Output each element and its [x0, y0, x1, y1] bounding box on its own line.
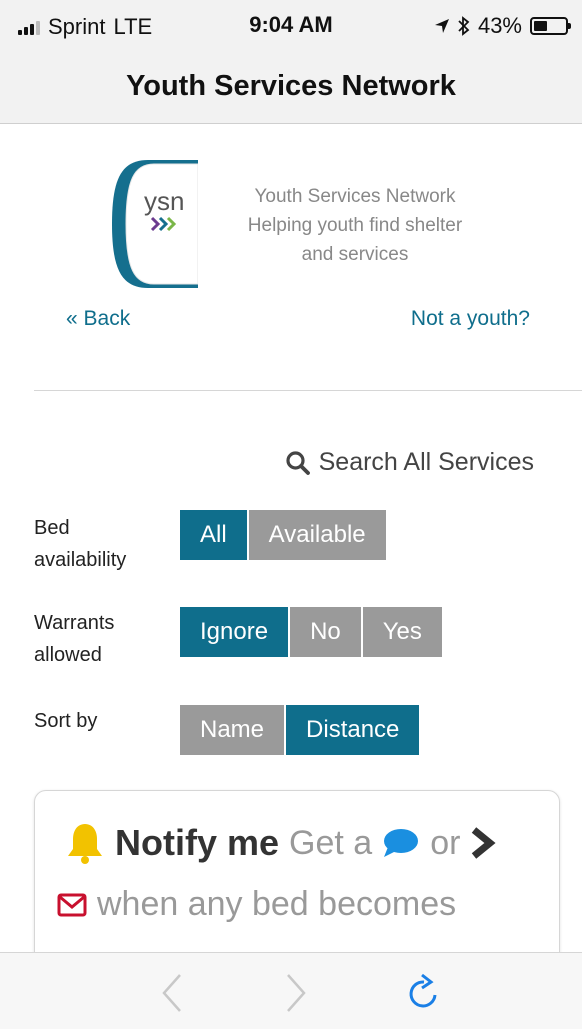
label-line: availability — [34, 549, 127, 571]
tagline-line: Helping youth find shelter — [247, 215, 463, 236]
battery-percent: 43% — [477, 13, 522, 38]
tagline-line: Youth Services Network — [254, 186, 456, 207]
envelope-icon[interactable] — [57, 893, 87, 917]
sort-name-button[interactable]: Name — [180, 705, 285, 755]
chat-bubble-icon[interactable] — [382, 827, 420, 859]
notify-or-text: or — [430, 823, 461, 862]
logo-tagline: Youth Services Network Helping youth fin… — [220, 182, 490, 269]
warrants-ignore-button[interactable]: Ignore — [180, 607, 289, 657]
warrants-yes-button[interactable]: Yes — [362, 607, 442, 657]
reload-icon[interactable] — [404, 971, 444, 1015]
bed-availability-label: Bed availability — [34, 512, 126, 576]
not-a-youth-link[interactable]: Not a youth? — [411, 307, 530, 331]
notify-when-text: when any bed becomes — [97, 885, 457, 923]
back-link[interactable]: « Back — [66, 307, 130, 331]
notify-get-a-text: Get a — [289, 823, 373, 862]
search-all-services-button[interactable]: Search All Services — [285, 448, 534, 477]
ysn-logo: ysn — [108, 158, 199, 290]
notify-line: when any bed becomes — [57, 885, 456, 924]
bed-all-button[interactable]: All — [180, 510, 247, 560]
svg-text:ysn: ysn — [144, 186, 184, 216]
battery-icon — [530, 17, 571, 35]
back-arrow-icon[interactable] — [152, 971, 192, 1015]
notify-title: Notify me — [115, 822, 280, 863]
search-icon — [286, 450, 310, 475]
bell-icon — [68, 824, 102, 864]
label-line: Bed — [34, 517, 70, 539]
bed-available-button[interactable]: Available — [248, 510, 386, 560]
page-title: Youth Services Network — [126, 70, 456, 102]
warrants-allowed-label: Warrants allowed — [34, 607, 114, 671]
forward-arrow-icon[interactable] — [276, 971, 316, 1015]
notify-line: Notify me Get a or — [65, 821, 496, 865]
warrants-toggle: Ignore No Yes — [180, 607, 442, 657]
status-right: 43% — [434, 13, 571, 39]
sort-by-label: Sort by — [34, 705, 97, 737]
tagline-line: and services — [301, 244, 409, 265]
nav-bar: Youth Services Network — [0, 52, 582, 124]
bluetooth-icon — [458, 16, 470, 36]
browser-toolbar — [0, 952, 582, 1029]
label-line: Warrants — [34, 612, 115, 634]
location-arrow-icon — [434, 19, 449, 33]
sort-toggle: Name Distance — [180, 705, 420, 755]
label-line: allowed — [34, 644, 102, 666]
search-all-label: Search All Services — [318, 448, 534, 476]
sort-distance-button[interactable]: Distance — [286, 705, 420, 755]
divider — [34, 390, 582, 391]
status-bar: Sprint LTE 9:04 AM 43% — [0, 0, 582, 52]
warrants-no-button[interactable]: No — [290, 607, 361, 657]
label-line: Sort by — [34, 710, 98, 732]
chevron-right-icon[interactable] — [470, 826, 496, 860]
bed-availability-toggle: All Available — [180, 510, 386, 560]
